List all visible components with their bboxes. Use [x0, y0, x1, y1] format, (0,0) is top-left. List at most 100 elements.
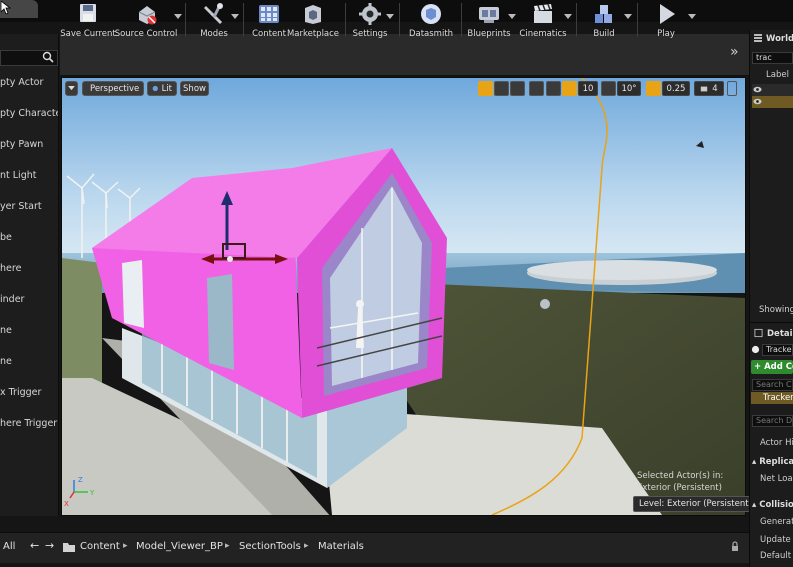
- toolbar-separator: [345, 3, 346, 37]
- content-button[interactable]: Content: [250, 0, 288, 41]
- outliner-label-header[interactable]: Label: [766, 70, 789, 80]
- breadcrumb-materials[interactable]: Materials: [318, 541, 364, 552]
- mouse-cursor-icon: [1, 1, 11, 15]
- filter-all-button[interactable]: All: [3, 541, 15, 552]
- outliner-search-input[interactable]: trac: [752, 52, 793, 64]
- camera-icon: [701, 86, 708, 91]
- world-outliner-title[interactable]: World O: [766, 34, 793, 44]
- place-item-sphere[interactable]: here: [0, 263, 58, 274]
- toolbar-separator: [576, 3, 577, 37]
- cinematics-button[interactable]: Cinematics: [519, 0, 567, 41]
- toolbar-separator: [243, 3, 244, 37]
- scale-mode-icon[interactable]: [510, 81, 525, 96]
- actor-name-field[interactable]: Tracker: [762, 344, 793, 356]
- search-icon[interactable]: [42, 51, 54, 63]
- surface-snap-icon[interactable]: [546, 81, 561, 96]
- settings-dropdown-icon[interactable]: [386, 14, 394, 20]
- folder-icon: [63, 543, 75, 552]
- actor-icon: [751, 345, 760, 354]
- maximize-viewport-icon[interactable]: [727, 81, 737, 96]
- blueprints-icon: [479, 7, 499, 23]
- clapperboard-icon: [534, 4, 552, 23]
- place-item-player-start[interactable]: yer Start: [0, 201, 58, 212]
- breadcrumb-model-viewer-bp[interactable]: Model_Viewer_BP: [136, 541, 223, 552]
- visibility-eye-icon[interactable]: [753, 85, 762, 94]
- place-item-empty-actor[interactable]: pty Actor: [0, 77, 58, 88]
- save-icon: [80, 4, 96, 22]
- camera-speed-button[interactable]: 4: [694, 81, 724, 96]
- place-item-cylinder[interactable]: inder: [0, 294, 58, 305]
- place-item-cone[interactable]: ne: [0, 325, 58, 336]
- blueprints-button[interactable]: Blueprints: [466, 0, 512, 41]
- datasmith-button[interactable]: Datasmith: [408, 0, 454, 41]
- modes-button[interactable]: Modes: [192, 0, 236, 41]
- grid-snap-value[interactable]: 10: [578, 81, 598, 96]
- build-blocks-icon: [595, 5, 612, 23]
- place-item-plane[interactable]: ne: [0, 356, 58, 367]
- search-components-input[interactable]: Search Com: [752, 379, 793, 391]
- rotation-snap-value[interactable]: 10°: [617, 81, 641, 96]
- selection-info: Selected Actor(s) in: Exterior (Persiste…: [637, 471, 724, 493]
- play-button[interactable]: Play: [647, 0, 685, 41]
- marketplace-button[interactable]: Marketplace: [287, 0, 339, 41]
- perspective-view-button[interactable]: Perspective: [82, 81, 144, 96]
- place-item-point-light[interactable]: nt Light: [0, 170, 58, 181]
- add-component-button[interactable]: + Add Co: [751, 360, 793, 374]
- search-details-input[interactable]: Search Det: [752, 415, 793, 427]
- details-title[interactable]: Details: [767, 329, 793, 339]
- scale-snap-value[interactable]: 0.25: [662, 81, 690, 96]
- lit-mode-button[interactable]: Lit: [147, 81, 177, 96]
- viewport-options-dropdown[interactable]: [65, 81, 78, 96]
- svg-text:Z: Z: [78, 476, 83, 484]
- blueprints-dropdown-icon[interactable]: [508, 14, 516, 20]
- chevron-down-icon: [68, 86, 75, 91]
- scale-snap-toggle-icon[interactable]: [646, 81, 661, 96]
- replication-section-header[interactable]: ▴ Replicati: [752, 457, 793, 467]
- toolbar-separator: [461, 3, 462, 37]
- breadcrumb-chevron-icon: ▸: [123, 541, 128, 551]
- play-dropdown-icon[interactable]: [688, 14, 696, 20]
- viewport-scene: Z Y X: [62, 78, 745, 515]
- settings-button[interactable]: Settings: [350, 0, 390, 41]
- collision-section-header[interactable]: ▴ Collision: [752, 500, 793, 510]
- save-current-button[interactable]: Save Current: [60, 0, 116, 41]
- source-control-button[interactable]: Source Control: [115, 0, 177, 41]
- place-actors-panel: [0, 34, 59, 516]
- build-dropdown-icon[interactable]: [624, 14, 632, 20]
- place-item-box-trigger[interactable]: x Trigger: [0, 387, 58, 398]
- current-level-badge: Level: Exterior (Persistent): [633, 496, 758, 512]
- breadcrumb-chevron-icon: ▸: [304, 541, 309, 551]
- visibility-eye-icon[interactable]: [753, 97, 762, 106]
- rotate-mode-icon[interactable]: [494, 81, 509, 96]
- place-item-cube[interactable]: be: [0, 232, 58, 243]
- generate-overlap-property: Generate O: [760, 517, 793, 527]
- lock-icon[interactable]: [730, 541, 740, 551]
- rotation-snap-toggle-icon[interactable]: [601, 81, 616, 96]
- breadcrumb-chevron-icon: ▸: [225, 541, 230, 551]
- net-load-property: Net Load o: [760, 474, 793, 484]
- world-local-toggle-icon[interactable]: [529, 81, 544, 96]
- modes-dropdown-icon[interactable]: [231, 14, 239, 20]
- cinematics-dropdown-icon[interactable]: [564, 14, 572, 20]
- panel-divider: [749, 322, 793, 323]
- details-icon: [754, 328, 763, 338]
- settings-gear-icon: [359, 3, 381, 25]
- build-button[interactable]: Build: [584, 0, 624, 41]
- breadcrumb-content[interactable]: Content: [80, 541, 120, 552]
- place-item-empty-pawn[interactable]: pty Pawn: [0, 139, 58, 150]
- breadcrumb-sectiontools[interactable]: SectionTools: [239, 541, 301, 552]
- back-arrow-icon[interactable]: ←: [30, 539, 39, 552]
- grid-snap-toggle-icon[interactable]: [562, 81, 577, 96]
- datasmith-icon: [421, 4, 441, 24]
- source-control-dropdown-icon[interactable]: [174, 14, 182, 20]
- toolbar-overflow-button[interactable]: »: [730, 44, 739, 60]
- place-item-sphere-trigger[interactable]: here Trigger: [0, 418, 58, 429]
- world-outliner-icon: [754, 34, 762, 42]
- level-viewport[interactable]: Z Y X: [61, 77, 746, 516]
- show-flags-button[interactable]: Show: [180, 81, 209, 96]
- toolbar-separator: [185, 3, 186, 37]
- svg-text:X: X: [64, 500, 69, 508]
- place-item-empty-character[interactable]: pty Character: [0, 108, 58, 119]
- forward-arrow-icon[interactable]: →: [45, 539, 54, 552]
- translate-mode-icon[interactable]: [478, 81, 493, 96]
